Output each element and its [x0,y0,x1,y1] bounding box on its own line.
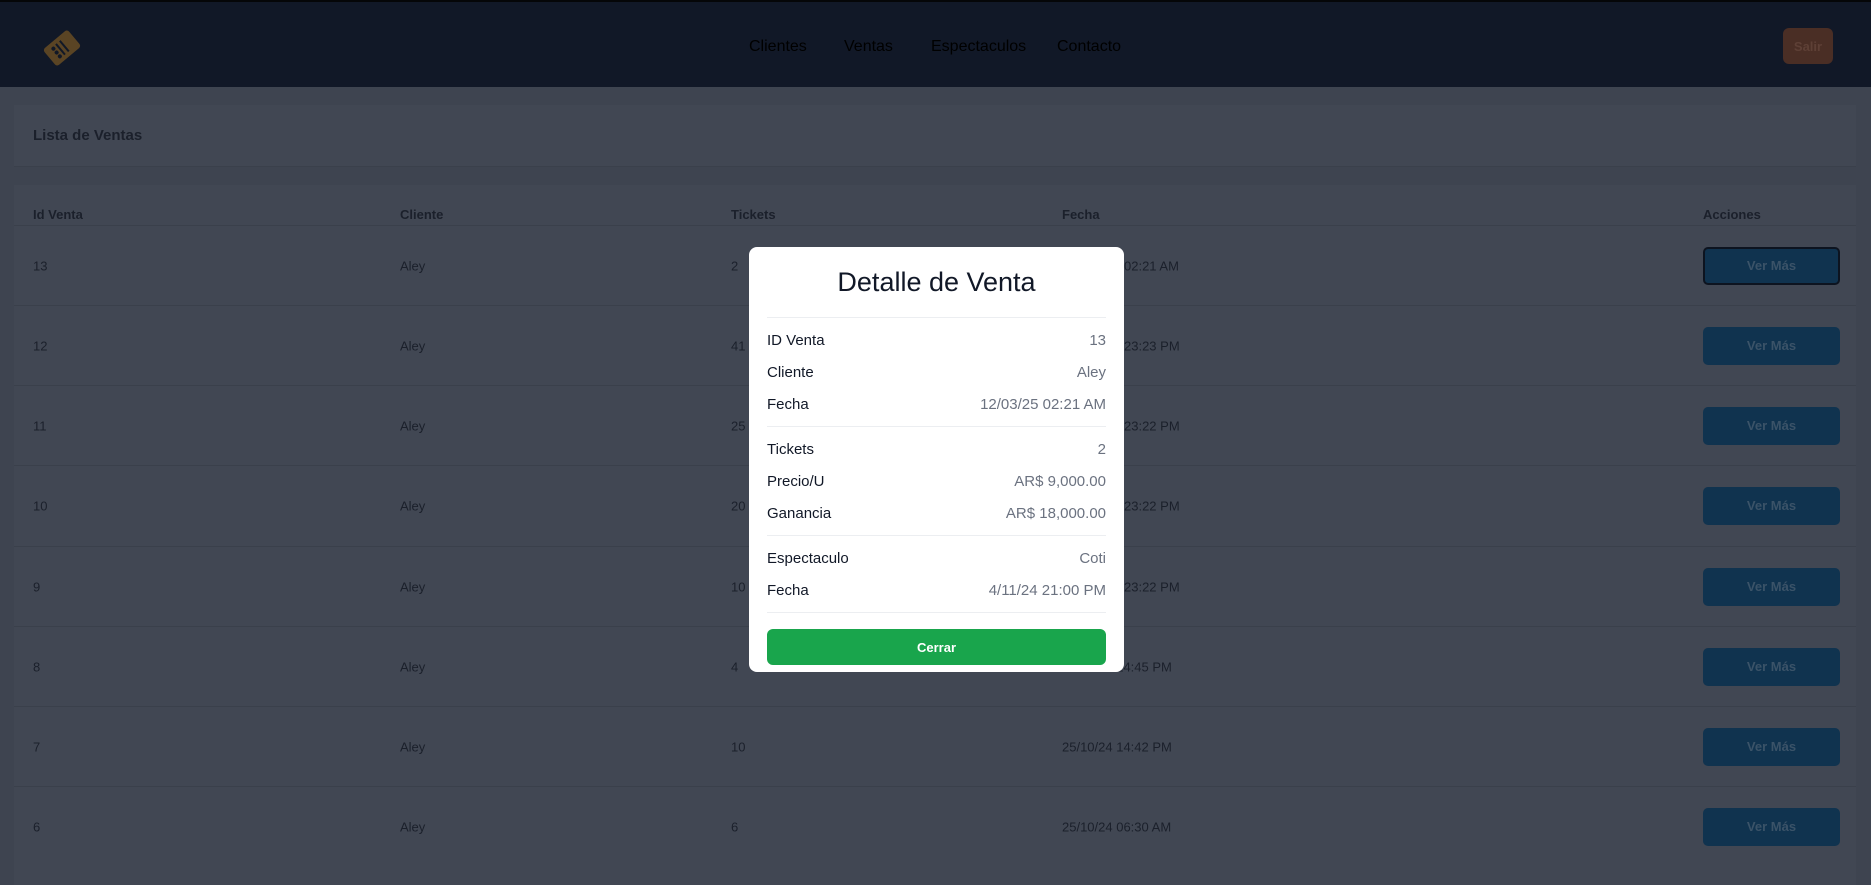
table-row: 7 Aley 10 25/10/24 14:42 PM Ver Más [14,706,1856,786]
detail-value: 2 [1097,440,1106,458]
cell-id: 11 [33,418,47,433]
cell-fecha: 02:21 AM [1124,258,1179,273]
detail-value: AR$ 18,000.00 [1005,504,1106,522]
ver-mas-button[interactable]: Ver Más [1703,647,1840,686]
header-tickets: Tickets [731,207,776,222]
header-id: Id Venta [33,207,83,222]
cell-fecha: 23:22 PM [1124,579,1180,594]
ver-mas-button[interactable]: Ver Más [1703,406,1840,445]
detail-label: ID Venta [767,331,825,349]
cell-fecha: 23:23 PM [1124,338,1180,353]
sale-detail-modal: Detalle de Venta ID Venta 13 Cliente Aley Fe… [749,247,1124,672]
detail-row: Espectaculo Coti [767,542,1106,574]
detail-row: ID Venta 13 [767,324,1106,356]
page-title-card: Lista de Ventas [14,105,1856,167]
close-button[interactable]: Cerrar [767,629,1106,665]
cell-id: 10 [33,498,48,513]
modal-title: Detalle de Venta [837,267,1036,297]
cell-tickets: 6 [731,819,739,834]
ver-mas-button[interactable]: Ver Más [1703,567,1840,606]
cell-id: 12 [33,338,48,353]
cell-tickets: 20 [731,498,746,513]
nav-link-espectaculos[interactable]: Espectaculos [931,38,1026,56]
cell-id: 9 [33,579,41,594]
logout-button[interactable]: Salir [1783,28,1833,64]
detail-label: Fecha [767,581,809,599]
cell-id: 7 [33,739,41,754]
detail-value: Aley [1076,363,1106,381]
cell-cliente: Aley [400,659,426,674]
detail-label: Ganancia [767,504,832,522]
detail-row: Fecha 4/11/24 21:00 PM [767,574,1106,606]
detail-label: Fecha [767,395,809,413]
ver-mas-button[interactable]: Ver Más [1703,807,1840,846]
detail-value: Coti [1079,549,1106,567]
cell-tickets: 41 [731,338,746,353]
detail-row: Ganancia AR$ 18,000.00 [767,497,1106,529]
cell-fecha: 23:22 PM [1124,418,1180,433]
detail-section: Tickets 2 Precio/U AR$ 9,000.00 Ganancia AR$ … [767,426,1106,535]
cell-cliente: Aley [400,498,426,513]
cell-cliente: Aley [400,338,426,353]
detail-section: Espectaculo Coti Fecha 4/11/24 21:00 PM [767,535,1106,612]
ver-mas-button[interactable]: Ver Más [1703,326,1840,365]
cell-tickets: 10 [731,739,746,754]
table-row: 6 Aley 6 25/10/24 06:30 AM Ver Más [14,786,1856,866]
detail-section: ID Venta 13 Cliente Aley Fecha 12/03/25 02:21… [767,317,1106,426]
cell-fecha: 25/10/24 06:30 AM [1062,819,1172,834]
detail-label: Espectaculo [767,549,849,567]
cell-cliente: Aley [400,819,426,834]
ver-mas-button[interactable]: Ver Más [1703,486,1840,525]
ticket-logo-icon[interactable] [38,24,86,72]
detail-row: Cliente Aley [767,356,1106,388]
cell-cliente: Aley [400,579,426,594]
top-navbar: Clientes Ventas Espectaculos Contacto Sa… [0,0,1871,87]
ver-mas-button[interactable]: Ver Más [1703,246,1840,285]
cell-id: 8 [33,659,41,674]
cell-fecha: 25/10/24 14:42 PM [1062,739,1172,754]
detail-value: 13 [1089,331,1106,349]
page-title: Lista de Ventas [33,127,143,144]
cell-id: 13 [33,258,48,273]
cell-cliente: Aley [400,258,426,273]
cell-cliente: Aley [400,418,426,433]
detail-value: AR$ 9,000.00 [1014,472,1106,490]
detail-label: Precio/U [767,472,825,490]
detail-label: Tickets [767,440,814,458]
detail-row: Tickets 2 [767,433,1106,465]
header-cliente: Cliente [400,207,444,222]
detail-label: Cliente [767,363,814,381]
cell-tickets: 10 [731,579,746,594]
cell-tickets: 25 [731,418,746,433]
detail-row: Fecha 12/03/25 02:21 AM [767,388,1106,420]
nav-link-ventas[interactable]: Ventas [844,38,893,56]
nav-link-clientes[interactable]: Clientes [749,38,807,56]
cell-tickets: 2 [731,258,739,273]
detail-value: 12/03/25 02:21 AM [980,395,1106,413]
cell-id: 6 [33,819,41,834]
cell-fecha: 23:22 PM [1124,498,1180,513]
detail-row: Precio/U AR$ 9,000.00 [767,465,1106,497]
header-acciones: Acciones [1703,207,1761,222]
ver-mas-button[interactable]: Ver Más [1703,727,1840,766]
cell-tickets: 4 [731,659,739,674]
nav-link-contacto[interactable]: Contacto [1057,38,1121,56]
detail-value: 4/11/24 21:00 PM [988,581,1106,599]
header-fecha: Fecha [1062,207,1100,222]
cell-cliente: Aley [400,739,426,754]
